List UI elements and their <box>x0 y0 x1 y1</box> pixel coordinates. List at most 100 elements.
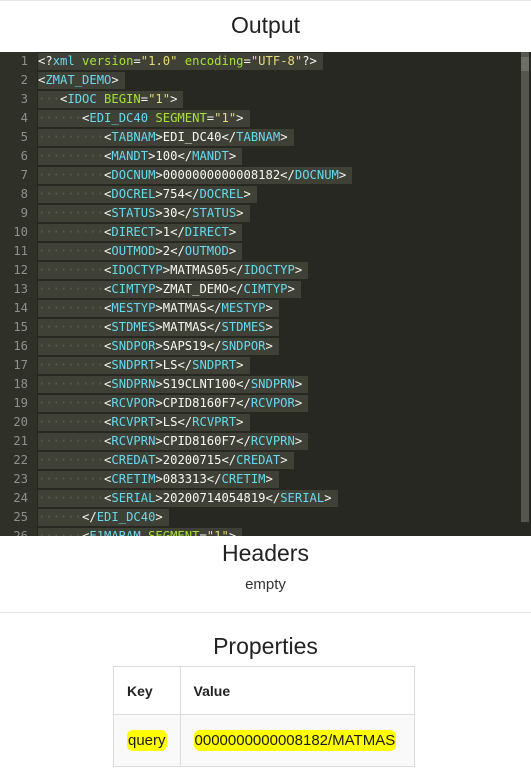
code-token: > <box>155 453 163 467</box>
code-token: MATMAS <box>162 301 207 315</box>
code-token: </ <box>236 377 251 391</box>
code-line: 18 ·········<SNDPRN>S19CLNT100</SNDPRN> <box>0 375 531 394</box>
code-token: > <box>155 415 163 429</box>
code-line: 20 ·········<RCVPRT>LS</RCVPRT> <box>0 413 531 432</box>
code-line: 11 ·········<OUTMOD>2</OUTMOD> <box>0 242 531 261</box>
properties-section-title: Properties <box>213 633 318 659</box>
line-number: 5 <box>20 130 28 144</box>
code-token: > <box>155 282 163 296</box>
vertical-scrollbar[interactable] <box>519 52 531 536</box>
code-text: ·········<DIRECT>1</DIRECT> <box>38 224 243 241</box>
code-line: 1 <?xml version="1.0" encoding="UTF-8"?> <box>0 52 531 71</box>
indent-guide: ········· <box>38 377 105 391</box>
code-text: ·········<CIMTYP>ZMAT_DEMO</CIMTYP> <box>38 281 301 298</box>
code-token: > <box>155 434 163 448</box>
code-token: = <box>140 92 149 106</box>
code-token: RCVPRT <box>111 415 156 429</box>
code-token: > <box>294 396 303 410</box>
code-token: encoding <box>184 54 244 68</box>
code-token: > <box>155 377 163 391</box>
code-token: "1.0" <box>140 54 178 68</box>
code-token: </ <box>236 396 251 410</box>
code-line: 17 ·········<SNDPRT>LS</SNDPRT> <box>0 356 531 375</box>
code-token: </ <box>177 149 193 163</box>
code-text: ·········<RCVPRN>CPID8160F7</RCVPRN> <box>38 433 309 450</box>
indent-guide: ········· <box>38 187 105 201</box>
code-line: 2 <ZMAT_DEMO> <box>0 71 531 90</box>
line-number: 11 <box>13 244 28 258</box>
indent-guide: ········· <box>38 320 105 334</box>
indent-guide: ······ <box>38 510 83 524</box>
code-token: </ <box>228 263 244 277</box>
property-key-cell: query <box>113 714 181 767</box>
code-token: EDI_DC40 <box>89 111 156 125</box>
code-token: > <box>155 510 163 524</box>
code-token: </ <box>206 339 222 353</box>
line-number: 16 <box>13 339 28 353</box>
code-token: > <box>155 396 163 410</box>
code-editor[interactable]: 1 <?xml version="1.0" encoding="UTF-8"?> 2… <box>0 52 531 536</box>
indent-guide: ········· <box>38 301 105 315</box>
code-token: ZMAT_DEMO <box>162 282 229 296</box>
code-token: > <box>155 320 163 334</box>
line-number: 19 <box>13 396 28 410</box>
code-text: <?xml version="1.0" encoding="UTF-8"?> <box>38 53 323 70</box>
code-token: RCVPRN <box>111 434 156 448</box>
code-token: </ <box>170 244 185 258</box>
code-text: ·········<RCVPOR>CPID8160F7</RCVPOR> <box>38 395 309 412</box>
code-token: > <box>155 206 163 220</box>
code-token: 100 <box>155 149 178 163</box>
line-number: 12 <box>13 263 28 277</box>
code-line: 26 ······<E1MARAM SEGMENT="1"> <box>0 527 531 536</box>
code-token: 2 <box>162 244 171 258</box>
code-token: SERIAL <box>111 491 156 505</box>
properties-table: Key Value query 0000000000008182/MATMAS <box>113 666 416 767</box>
code-line: 4 ······<EDI_DC40 SEGMENT="1"> <box>0 109 531 128</box>
code-token: CIMTYP <box>111 282 156 296</box>
code-token: LS <box>162 415 178 429</box>
code-token: IDOC <box>67 92 105 106</box>
code-token: SNDPOR <box>221 339 266 353</box>
code-token: > <box>338 168 347 182</box>
code-token: xml <box>52 54 83 68</box>
code-token: SNDPRT <box>111 358 156 372</box>
code-line: 24 ·········<SERIAL>20200714054819</SERIA… <box>0 489 531 508</box>
code-token: SEGMENT <box>148 529 200 536</box>
code-token: <? <box>38 54 53 68</box>
code-token: DOCREL <box>111 187 156 201</box>
section-divider <box>0 612 531 613</box>
code-token: > <box>170 92 178 106</box>
headers-section-title: Headers <box>222 540 309 566</box>
code-token: > <box>155 187 163 201</box>
code-token: RCVPRN <box>250 434 295 448</box>
code-text: ·········<SNDPRT>LS</SNDPRT> <box>38 357 250 374</box>
code-line: 14 ·········<MESTYP>MATMAS</MESTYP> <box>0 299 531 318</box>
line-number: 2 <box>20 73 28 87</box>
indent-guide: ········· <box>38 168 105 182</box>
code-text: ·········<DOCREL>754</DOCREL> <box>38 186 257 203</box>
code-text: ·········<TABNAM>EDI_DC40</TABNAM> <box>38 129 294 146</box>
output-section-title: Output <box>230 12 301 38</box>
indent-guide: ········· <box>38 491 105 505</box>
scrollbar-thumb[interactable] <box>521 52 529 522</box>
code-token: MANDT <box>111 149 149 163</box>
code-token: BEGIN <box>104 92 141 106</box>
code-token: = <box>243 54 251 68</box>
code-token: DIRECT <box>184 225 229 239</box>
code-token: 083313 <box>162 472 207 486</box>
property-value: 0000000000008182/MATMAS <box>193 730 397 751</box>
code-token: </ <box>177 415 193 429</box>
code-token: </ <box>228 282 244 296</box>
code-line: 8 ·········<DOCREL>754</DOCREL> <box>0 185 531 204</box>
code-token: > <box>155 491 163 505</box>
code-token: > <box>294 434 303 448</box>
code-text: <ZMAT_DEMO> <box>38 72 125 89</box>
code-token: DOCREL <box>199 187 244 201</box>
code-text: ·········<SNDPRN>S19CLNT100</SNDPRN> <box>38 376 309 393</box>
code-token: > <box>155 301 163 315</box>
code-token: MANDT <box>192 149 229 163</box>
indent-guide: ········· <box>38 244 105 258</box>
line-number: 23 <box>13 472 28 486</box>
code-token: ZMAT_DEMO <box>45 73 112 87</box>
